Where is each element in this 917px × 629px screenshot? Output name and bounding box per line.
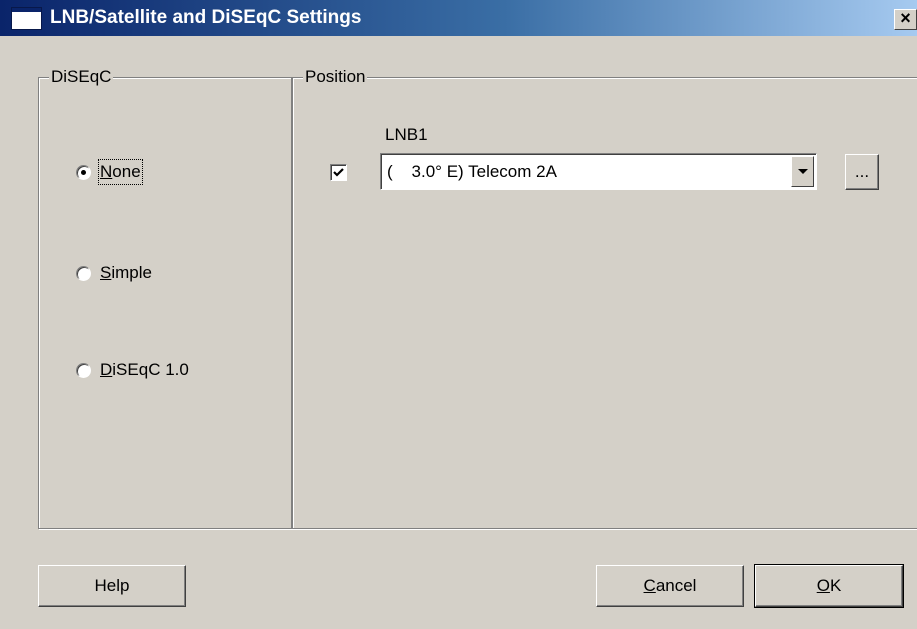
lnb-browse-button[interactable]: ...: [845, 154, 879, 190]
radio-diseqc-1-0-label[interactable]: DiSEqC 1.0: [100, 359, 189, 381]
position-group-title: Position: [303, 66, 368, 88]
window-app-icon: [11, 7, 42, 30]
satellite-combobox[interactable]: ( 3.0° E) Telecom 2A: [380, 153, 817, 190]
radio-diseqc-1-0-button[interactable]: [76, 362, 91, 378]
close-button[interactable]: ×: [894, 9, 917, 30]
radio-simple-button[interactable]: [76, 265, 91, 281]
browse-button-label: ...: [854, 162, 870, 181]
window-title: LNB/Satellite and DiSEqC Settings: [50, 7, 362, 28]
radio-none[interactable]: None: [76, 159, 143, 185]
radio-simple[interactable]: Simple: [76, 262, 152, 284]
radio-none-button[interactable]: [76, 164, 91, 180]
title-bar[interactable]: LNB/Satellite and DiSEqC Settings: [0, 0, 917, 36]
checkmark-icon: [333, 168, 344, 177]
lnb1-enabled-checkbox[interactable]: [330, 164, 347, 181]
radio-diseqc-1-0[interactable]: DiSEqC 1.0: [76, 359, 189, 381]
cancel-button-label: Cancel: [643, 576, 697, 595]
lnb1-label: LNB1: [385, 125, 428, 144]
radio-none-label[interactable]: None: [98, 159, 143, 185]
help-button[interactable]: Help: [38, 565, 186, 607]
ok-button[interactable]: OK: [754, 564, 904, 608]
help-button-label: Help: [94, 576, 130, 595]
satellite-selected-value: ( 3.0° E) Telecom 2A: [387, 162, 557, 181]
diseqc-groupbox: DiSEqC: [38, 66, 292, 529]
chevron-down-icon[interactable]: [791, 156, 814, 187]
diseqc-group-title: DiSEqC: [49, 66, 114, 88]
close-icon: ×: [900, 8, 911, 28]
cancel-button[interactable]: Cancel: [596, 565, 744, 607]
radio-simple-label[interactable]: Simple: [100, 262, 152, 284]
ok-button-label: OK: [816, 576, 842, 595]
